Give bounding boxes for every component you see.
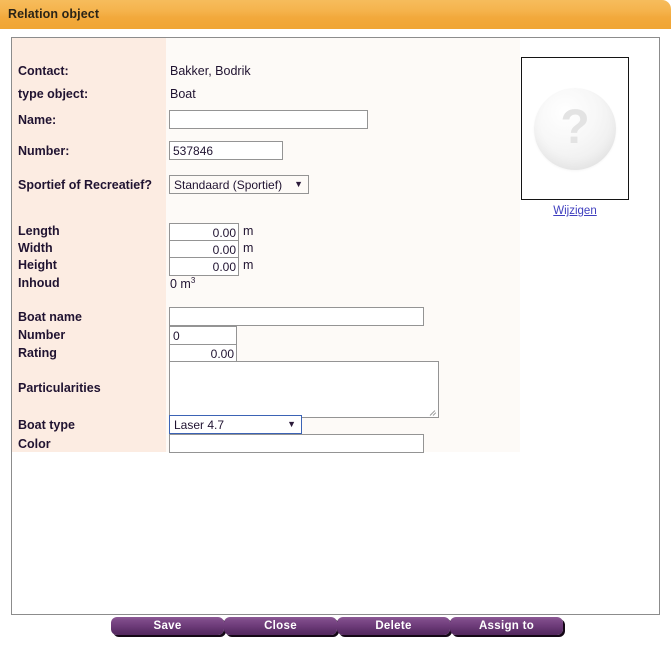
name-label: Name: xyxy=(18,113,57,127)
form-panel: Contact: Bakker, Bodrik type object: Boa… xyxy=(11,37,660,615)
rating-label: Rating xyxy=(18,346,57,360)
contact-value: Bakker, Bodrik xyxy=(170,64,251,78)
height-input[interactable] xyxy=(169,257,239,276)
boat-type-label: Boat type xyxy=(18,418,75,432)
color-label: Color xyxy=(18,437,51,451)
boat-number-input[interactable] xyxy=(169,326,237,345)
boat-name-label: Boat name xyxy=(18,310,82,324)
volume-value: 0 m3 xyxy=(170,276,195,291)
name-input[interactable] xyxy=(169,110,368,129)
photo-placeholder-sphere: ? xyxy=(534,87,616,170)
volume-exponent: 3 xyxy=(190,276,196,285)
width-label: Width xyxy=(18,241,53,255)
boat-number-label: Number xyxy=(18,328,66,342)
boat-type-selected-value: Laser 4.7 xyxy=(174,418,225,432)
type-object-value: Boat xyxy=(170,87,196,101)
question-mark-icon: ? xyxy=(560,100,590,154)
number-input[interactable] xyxy=(169,141,283,160)
volume-number: 0 m xyxy=(170,277,191,292)
chevron-down-icon: ▼ xyxy=(287,419,296,429)
volume-label: Inhoud xyxy=(18,276,60,290)
length-label: Length xyxy=(18,224,60,238)
number-label: Number: xyxy=(18,144,70,158)
sport-recreation-selected-value: Standaard (Sportief) xyxy=(174,178,283,192)
window-title: Relation object xyxy=(8,7,100,21)
chevron-down-icon: ▼ xyxy=(294,179,303,189)
type-object-label: type object: xyxy=(18,87,89,101)
boat-name-input[interactable] xyxy=(169,307,424,326)
contact-label: Contact: xyxy=(18,64,69,78)
close-button[interactable]: Close xyxy=(224,617,337,635)
length-unit: m xyxy=(243,224,254,238)
particularities-textarea[interactable] xyxy=(169,361,439,418)
assign-to-button[interactable]: Assign to xyxy=(450,617,563,635)
window-titlebar: Relation object xyxy=(0,0,671,29)
particularities-label: Particularities xyxy=(18,381,101,395)
height-unit: m xyxy=(243,258,254,272)
boat-type-select[interactable]: Laser 4.7 ▼ xyxy=(169,415,302,434)
sport-recreation-label: Sportief of Recreatief? xyxy=(18,178,153,192)
action-button-row: Save Close Delete Assign to xyxy=(0,617,671,651)
sport-recreation-select[interactable]: Standaard (Sportief) ▼ xyxy=(169,175,309,194)
delete-button[interactable]: Delete xyxy=(337,617,450,635)
change-photo-link[interactable]: Wijzigen xyxy=(521,205,629,217)
save-button[interactable]: Save xyxy=(111,617,224,635)
height-label: Height xyxy=(18,258,57,272)
object-photo-box[interactable]: ? xyxy=(521,57,629,200)
color-input[interactable] xyxy=(169,434,424,453)
width-unit: m xyxy=(243,241,254,255)
